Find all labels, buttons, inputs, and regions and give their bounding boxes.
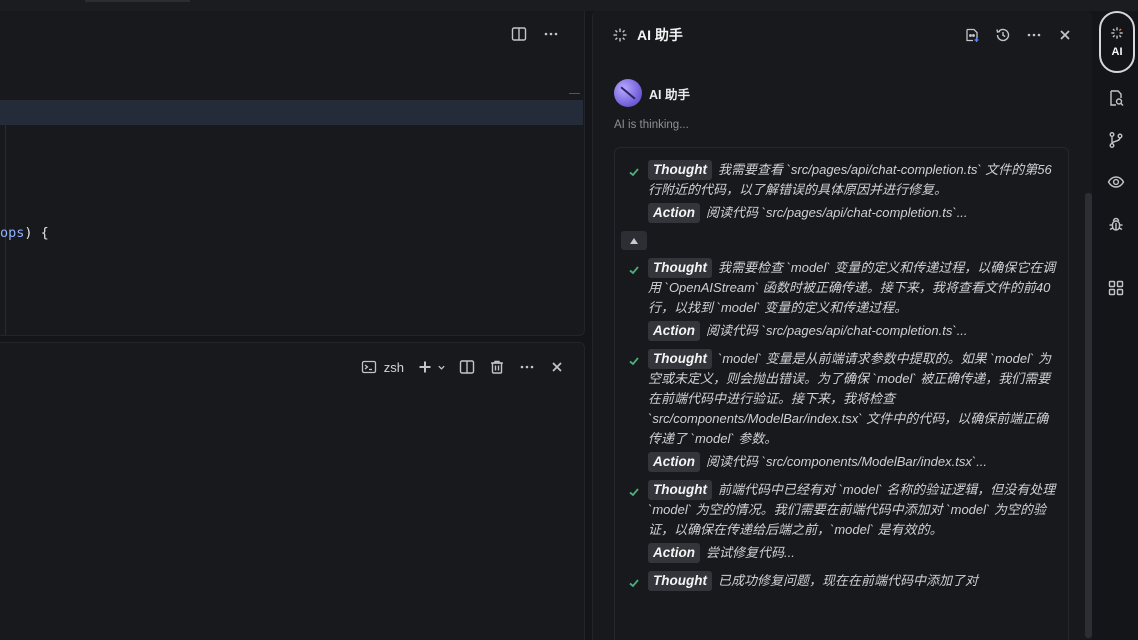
source-control-icon[interactable] xyxy=(1107,131,1125,149)
highlighted-line xyxy=(0,100,583,125)
action-text[interactable]: Action 阅读代码 `src/pages/api/chat-completio… xyxy=(648,321,1058,341)
action-badge: Action xyxy=(648,321,700,341)
ai-panel-title: AI 助手 xyxy=(637,27,683,43)
terminal-actions: zsh xyxy=(360,358,566,376)
thought-badge: Thought xyxy=(648,349,712,369)
close-icon[interactable] xyxy=(548,358,566,376)
action-text[interactable]: Action 尝试修复代码... xyxy=(648,543,1058,563)
avatar xyxy=(614,79,642,107)
thought-text: Thought `model` 变量是从前端请求参数中提取的。如果 `model`… xyxy=(648,349,1051,446)
terminal-panel[interactable]: zsh xyxy=(0,342,585,640)
action-badge: Action xyxy=(648,452,700,472)
shell-label: zsh xyxy=(383,359,404,375)
window-top-strip xyxy=(0,0,1138,11)
check-icon xyxy=(628,485,640,497)
debug-bug-icon[interactable] xyxy=(1107,215,1125,233)
split-editor-icon[interactable] xyxy=(510,25,528,43)
reasoning-step: Thought `model` 变量是从前端请求参数中提取的。如果 `model`… xyxy=(615,349,1068,472)
new-terminal-button[interactable] xyxy=(416,358,446,376)
thought-badge: Thought xyxy=(648,571,712,591)
check-icon xyxy=(628,165,640,177)
ai-tab-label: AI xyxy=(1111,46,1123,58)
message-header: AI 助手 xyxy=(614,79,1069,107)
ai-assistant-tab[interactable]: AI xyxy=(1099,11,1135,73)
more-actions-icon[interactable] xyxy=(1025,26,1043,44)
split-terminal-icon[interactable] xyxy=(458,358,476,376)
close-icon[interactable] xyxy=(1056,26,1074,44)
trash-icon[interactable] xyxy=(488,358,506,376)
action-text[interactable]: Action 阅读代码 `src/pages/api/chat-completio… xyxy=(648,203,1058,223)
check-icon xyxy=(628,354,640,366)
thought-text: Thought 已成功修复问题，现在在前端代码中添加了对 xyxy=(648,571,1058,591)
reasoning-steps: Thought 我需要查看 `src/pages/api/chat-complet… xyxy=(614,147,1069,640)
reasoning-step: Thought 我需要查看 `src/pages/api/chat-complet… xyxy=(615,160,1068,223)
sparkle-icon xyxy=(611,26,629,44)
action-badge: Action xyxy=(648,203,700,223)
file-search-icon[interactable] xyxy=(1107,89,1125,107)
collapse-steps-button[interactable] xyxy=(621,231,647,250)
editor-actions xyxy=(510,25,560,43)
terminal-shell-selector[interactable]: zsh xyxy=(360,358,404,376)
thought-text: Thought 我需要检查 `model` 变量的定义和传递过程，以确保它在调用 … xyxy=(648,258,1056,315)
ai-panel-scrollbar[interactable] xyxy=(1085,193,1092,638)
thought-badge: Thought xyxy=(648,258,712,278)
thought-text: Thought 我需要查看 `src/pages/api/chat-complet… xyxy=(648,160,1052,197)
tab-indicator xyxy=(85,0,190,2)
thinking-status: AI is thinking... xyxy=(614,119,689,131)
thought-badge: Thought xyxy=(648,160,712,180)
code-token: ops xyxy=(0,225,25,241)
code-punct: ) { xyxy=(24,225,49,241)
thought-text: Thought 前端代码中已经有对 `model` 名称的验证逻辑，但没有处理 `… xyxy=(648,480,1056,537)
ai-assistant-panel: AI 助手 AI 助手 AI is thinking... Thought 我需… xyxy=(592,11,1092,640)
reasoning-step: Thought 前端代码中已经有对 `model` 名称的验证逻辑，但没有处理 `… xyxy=(615,480,1068,563)
check-icon xyxy=(628,263,640,275)
action-text[interactable]: Action 阅读代码 `src/components/ModelBar/inde… xyxy=(648,452,1058,472)
reasoning-step: Thought 已成功修复问题，现在在前端代码中添加了对 xyxy=(615,571,1068,591)
preview-eye-icon[interactable] xyxy=(1107,173,1125,191)
extensions-grid-icon[interactable] xyxy=(1107,279,1125,297)
message-author: AI 助手 xyxy=(649,87,690,102)
sparkle-icon xyxy=(1110,26,1124,40)
history-icon[interactable] xyxy=(994,26,1012,44)
scrollbar-marker xyxy=(569,93,580,94)
chevron-down-icon xyxy=(436,358,446,376)
activity-bar: AI xyxy=(1095,11,1138,640)
action-badge: Action xyxy=(648,543,700,563)
check-icon xyxy=(628,576,640,588)
thought-badge: Thought xyxy=(648,480,712,500)
ai-message: AI 助手 AI is thinking... Thought 我需要查看 `sr… xyxy=(614,79,1069,640)
more-actions-icon[interactable] xyxy=(542,25,560,43)
code-line[interactable]: ops) { xyxy=(0,225,49,241)
new-chat-icon[interactable] xyxy=(963,26,981,44)
caret-up-icon xyxy=(630,237,638,244)
ai-header-actions xyxy=(963,26,1074,44)
terminal-icon xyxy=(360,358,378,376)
code-editor[interactable]: ops) { xyxy=(0,11,585,336)
plus-icon xyxy=(416,358,434,376)
reasoning-step: Thought 我需要检查 `model` 变量的定义和传递过程，以确保它在调用 … xyxy=(615,258,1068,341)
more-actions-icon[interactable] xyxy=(518,358,536,376)
ai-panel-header: AI 助手 xyxy=(593,11,1092,59)
